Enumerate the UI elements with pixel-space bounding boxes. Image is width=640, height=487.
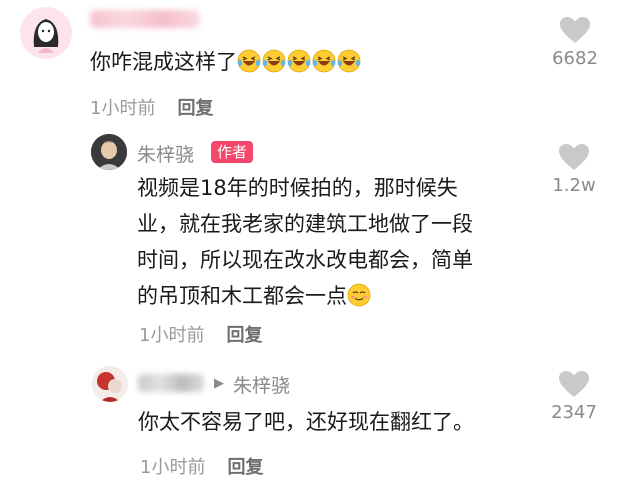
laughing-tears-emoji	[237, 49, 261, 73]
like-button[interactable]: 1.2w	[544, 144, 604, 196]
author-badge: 作者	[211, 141, 254, 163]
blurred-username	[138, 374, 204, 392]
reply-button[interactable]: 回复	[177, 98, 213, 119]
username[interactable]: 朱梓骁	[137, 140, 194, 167]
blurred-username	[90, 10, 200, 28]
like-count: 2347	[551, 402, 597, 423]
avatar[interactable]	[92, 366, 128, 402]
laughing-tears-emoji	[287, 49, 311, 73]
heart-icon	[559, 371, 589, 397]
reply-to-username[interactable]: 朱梓骁	[233, 371, 290, 398]
avatar[interactable]	[91, 134, 127, 170]
heart-icon	[559, 144, 589, 170]
like-button[interactable]: 2347	[544, 371, 604, 423]
comment-time: 1小时前	[139, 325, 205, 346]
reply-button[interactable]: 回复	[226, 325, 262, 346]
avatar[interactable]	[20, 7, 72, 59]
comment-text: 你咋混成这样了	[90, 44, 362, 80]
comment-meta: 1小时前 回复	[90, 94, 213, 120]
laughing-tears-emoji	[262, 49, 286, 73]
like-count: 1.2w	[552, 175, 596, 196]
reply-button[interactable]: 回复	[227, 457, 263, 478]
laughing-tears-emoji	[337, 49, 361, 73]
relieved-smile-emoji	[347, 283, 371, 307]
reply-arrow-icon: ▶	[214, 376, 224, 391]
comment-meta: 1小时前 回复	[140, 453, 263, 479]
comment-time: 1小时前	[140, 457, 206, 478]
laughing-tears-emoji	[312, 49, 336, 73]
comment-time: 1小时前	[90, 98, 156, 119]
comment-text: 视频是18年的时候拍的，那时候失 业，就在我老家的建筑工地做了一段 时间，所以现…	[137, 176, 473, 308]
heart-icon	[560, 17, 590, 43]
comment-text: 你太不容易了吧，还好现在翻红了。	[138, 410, 474, 434]
like-button[interactable]: 6682	[545, 17, 605, 69]
like-count: 6682	[552, 48, 598, 69]
comment-meta: 1小时前 回复	[139, 321, 262, 347]
